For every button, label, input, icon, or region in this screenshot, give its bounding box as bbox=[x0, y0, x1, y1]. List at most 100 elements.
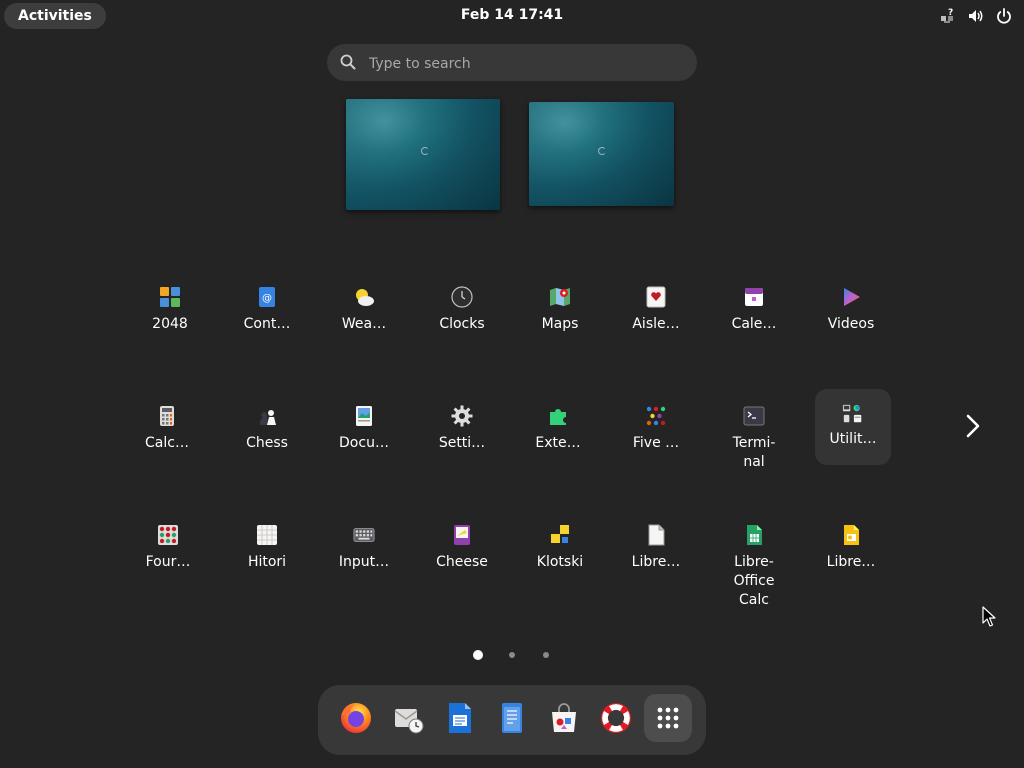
app-label: Cont… bbox=[243, 316, 291, 332]
extensions-icon bbox=[547, 405, 569, 427]
app-label: Input… bbox=[338, 554, 390, 570]
hitori-icon bbox=[256, 524, 278, 546]
clocks-icon bbox=[451, 286, 473, 308]
page-dot-3[interactable] bbox=[543, 652, 549, 658]
dash bbox=[318, 685, 706, 755]
app-label: Aisle… bbox=[632, 316, 680, 332]
app-label: Five … bbox=[632, 435, 680, 451]
app-settings[interactable]: Setti… bbox=[426, 398, 498, 474]
app-hitori[interactable]: Hitori bbox=[231, 517, 303, 593]
2048-icon bbox=[159, 286, 181, 308]
app-label: 2048 bbox=[152, 316, 188, 332]
maps-icon bbox=[549, 286, 571, 308]
app-label: Four… bbox=[145, 554, 191, 570]
app-label: Cale… bbox=[731, 316, 777, 332]
utilities-folder-icon bbox=[842, 403, 864, 425]
show-apps-button[interactable] bbox=[644, 694, 692, 742]
workspace-thumbnail-2[interactable] bbox=[529, 102, 674, 206]
app-terminal[interactable]: Termi- nal bbox=[718, 398, 790, 474]
videos-icon bbox=[840, 286, 862, 308]
app-calculator[interactable]: Calc… bbox=[131, 398, 203, 474]
calendar-icon bbox=[743, 286, 765, 308]
app-maps[interactable]: Maps bbox=[524, 279, 596, 355]
contacts-icon: @ bbox=[256, 286, 278, 308]
app-label: Calc… bbox=[145, 435, 189, 451]
dash-item-evolution[interactable] bbox=[384, 694, 432, 742]
app-folder-utilities[interactable]: Utilit… bbox=[815, 389, 891, 465]
app-label: Videos bbox=[827, 316, 875, 332]
input-method-icon bbox=[353, 524, 375, 546]
app-2048[interactable]: 2048 bbox=[134, 279, 206, 355]
page-indicator bbox=[0, 648, 1024, 662]
app-chess[interactable]: Chess bbox=[231, 398, 303, 474]
four-in-a-row-icon bbox=[157, 524, 179, 546]
page-dot-2[interactable] bbox=[509, 652, 515, 658]
app-label: Termi- nal bbox=[732, 435, 776, 470]
app-four-in-a-row[interactable]: Four… bbox=[132, 517, 204, 593]
libreoffice-impress-icon bbox=[840, 524, 862, 546]
chevron-right-icon bbox=[966, 414, 980, 438]
app-videos[interactable]: Videos bbox=[815, 279, 887, 355]
power-icon[interactable] bbox=[994, 6, 1014, 26]
libreoffice-calc-icon bbox=[743, 524, 765, 546]
dash-item-text-editor[interactable] bbox=[488, 694, 536, 742]
text-editor-icon bbox=[502, 703, 522, 733]
mail-clock-icon bbox=[394, 709, 424, 734]
app-aisleriot[interactable]: Aisle… bbox=[620, 279, 692, 355]
app-label: Libre… bbox=[826, 554, 876, 570]
terminal-icon bbox=[743, 405, 765, 427]
dash-item-firefox[interactable] bbox=[332, 694, 380, 742]
app-libreoffice-calc[interactable]: Libre- Office Calc bbox=[718, 517, 790, 608]
dash-item-writer[interactable] bbox=[436, 694, 484, 742]
app-five-or-more[interactable]: Five … bbox=[620, 398, 692, 474]
libreoffice-icon bbox=[645, 524, 667, 546]
debian-logo-icon bbox=[598, 147, 606, 155]
app-weather[interactable]: Wea… bbox=[328, 279, 400, 355]
search-icon bbox=[340, 54, 356, 74]
app-grid-icon bbox=[657, 707, 679, 729]
next-page-button[interactable] bbox=[960, 412, 986, 440]
app-libreoffice[interactable]: Libre… bbox=[620, 517, 692, 593]
app-document-viewer[interactable]: Docu… bbox=[328, 398, 400, 474]
klotski-icon bbox=[549, 524, 571, 546]
chess-icon bbox=[256, 405, 278, 427]
workspace-thumbnail-1[interactable] bbox=[346, 99, 500, 210]
app-calendar[interactable]: Cale… bbox=[718, 279, 790, 355]
help-lifebuoy-icon bbox=[601, 703, 631, 733]
page-dot-1[interactable] bbox=[473, 650, 483, 660]
dash-item-software[interactable] bbox=[540, 694, 588, 742]
app-input-method[interactable]: Input… bbox=[328, 517, 400, 593]
app-label: Maps bbox=[541, 316, 579, 332]
calculator-icon bbox=[156, 405, 178, 427]
document-viewer-icon bbox=[353, 405, 375, 427]
app-label: Hitori bbox=[247, 554, 287, 570]
clock[interactable]: Feb 14 17:41 bbox=[0, 7, 1024, 23]
settings-icon bbox=[451, 405, 473, 427]
weather-icon bbox=[353, 286, 375, 308]
app-contacts[interactable]: @ Cont… bbox=[231, 279, 303, 355]
system-tray[interactable]: ? bbox=[938, 6, 1014, 26]
cheese-icon bbox=[451, 524, 473, 546]
app-label: Docu… bbox=[339, 435, 389, 451]
volume-icon[interactable] bbox=[966, 6, 986, 26]
svg-text:?: ? bbox=[948, 8, 953, 18]
software-store-icon bbox=[552, 703, 576, 732]
network-unknown-icon[interactable]: ? bbox=[938, 6, 958, 26]
app-klotski[interactable]: Klotski bbox=[524, 517, 596, 593]
app-label: Libre- Office Calc bbox=[733, 554, 775, 608]
app-clocks[interactable]: Clocks bbox=[426, 279, 498, 355]
app-cheese[interactable]: Cheese bbox=[426, 517, 498, 593]
search-input[interactable] bbox=[367, 44, 671, 83]
app-label: Wea… bbox=[341, 316, 387, 332]
svg-text:@: @ bbox=[262, 293, 272, 304]
top-bar: Activities Feb 14 17:41 ? bbox=[0, 0, 1024, 32]
debian-logo-icon bbox=[421, 147, 429, 155]
app-label: Setti… bbox=[438, 435, 486, 451]
app-label: Exte… bbox=[535, 435, 581, 451]
app-label: Libre… bbox=[631, 554, 681, 570]
app-extensions[interactable]: Exte… bbox=[522, 398, 594, 474]
app-libreoffice-impress[interactable]: Libre… bbox=[815, 517, 887, 593]
search-entry[interactable] bbox=[327, 44, 697, 83]
dash-item-help[interactable] bbox=[592, 694, 640, 742]
app-label: Klotski bbox=[536, 554, 584, 570]
